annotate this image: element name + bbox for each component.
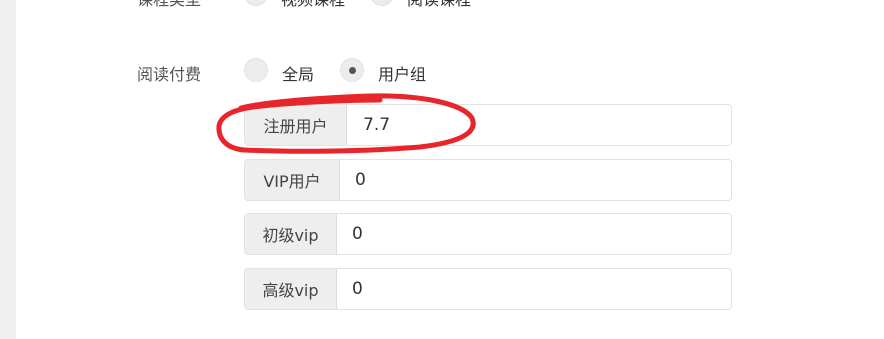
price-row-registered: 注册用户 7.7 bbox=[244, 104, 732, 146]
price-group-label: 高级vip bbox=[245, 269, 337, 309]
price-input[interactable]: 0 bbox=[352, 269, 731, 309]
price-group-label: 注册用户 bbox=[245, 105, 347, 145]
price-input[interactable]: 7.7 bbox=[363, 105, 731, 145]
course-type-label: 课程类型 bbox=[137, 0, 201, 10]
price-row-vip: VIP用户 0 bbox=[244, 159, 732, 201]
reading-fee-usergroup-radio[interactable] bbox=[340, 58, 364, 82]
price-row-junior-vip: 初级vip 0 bbox=[244, 213, 732, 255]
reading-fee-label: 阅读付费 bbox=[137, 65, 202, 84]
course-type-reading-label[interactable]: 阅读课程 bbox=[407, 0, 471, 10]
price-input[interactable]: 0 bbox=[355, 160, 731, 200]
price-group-label: 初级vip bbox=[245, 214, 337, 254]
price-group-label: VIP用户 bbox=[245, 160, 340, 200]
reading-fee-usergroup-label[interactable]: 用户组 bbox=[378, 61, 426, 85]
reading-fee-global-label[interactable]: 全局 bbox=[282, 61, 314, 85]
course-type-video-label[interactable]: 视频课程 bbox=[281, 0, 345, 10]
reading-fee-global-radio[interactable] bbox=[244, 58, 268, 82]
price-input[interactable]: 0 bbox=[352, 214, 731, 254]
price-row-senior-vip: 高级vip 0 bbox=[244, 268, 732, 310]
